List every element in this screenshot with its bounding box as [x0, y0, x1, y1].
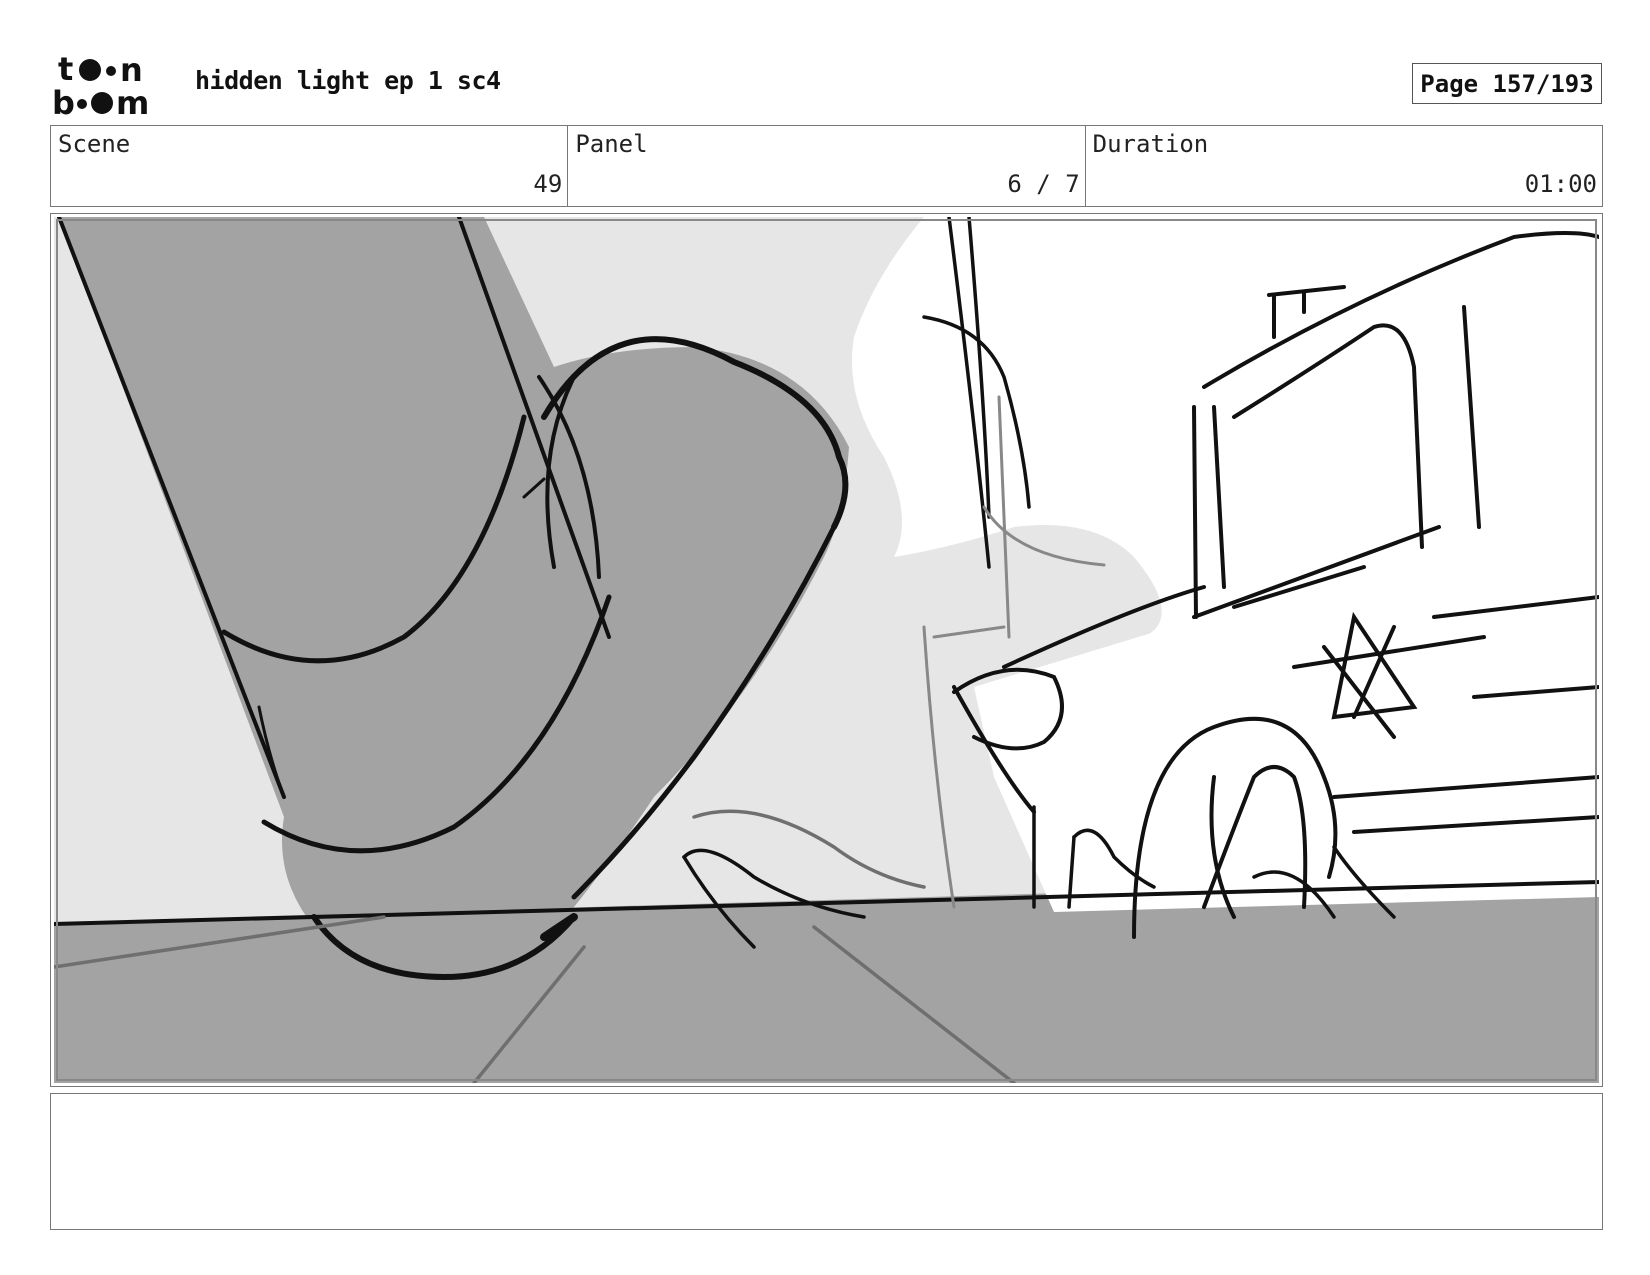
svg-text:b: b [52, 84, 75, 118]
svg-text:m: m [116, 84, 149, 118]
duration-cell: Duration 01:00 [1086, 126, 1602, 206]
panel-cell: Panel 6 / 7 [568, 126, 1086, 206]
page-indicator: Page 157/193 [1412, 63, 1602, 104]
scene-value: 49 [533, 170, 563, 198]
scene-label: Scene [58, 130, 131, 158]
scene-cell: Scene 49 [51, 126, 569, 206]
duration-value: 01:00 [1524, 170, 1597, 198]
duration-label: Duration [1092, 130, 1209, 158]
storyboard-title: hidden light ep 1 sc4 [195, 66, 501, 95]
panel-label: Panel [575, 130, 648, 158]
panel-value: 6 / 7 [1007, 170, 1080, 198]
toon-boom-logo: t n b m [52, 50, 172, 122]
panel-sketch [54, 217, 1599, 1083]
svg-text:t: t [58, 52, 73, 88]
panel-info-row: Scene 49 Panel 6 / 7 Duration 01:00 [50, 125, 1603, 207]
storyboard-panel-image [50, 213, 1603, 1087]
panel-notes-box [50, 1093, 1603, 1230]
